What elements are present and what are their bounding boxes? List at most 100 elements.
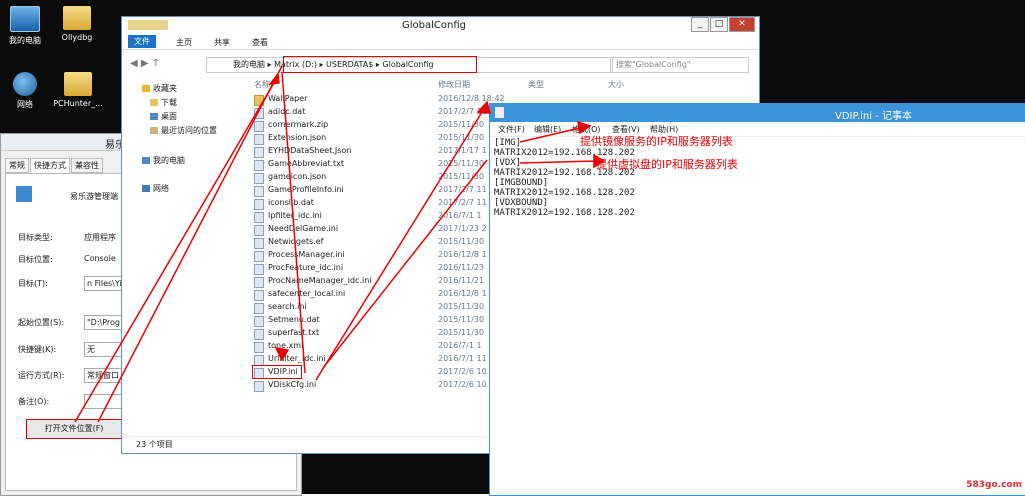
minimize-button[interactable]: _	[691, 17, 709, 32]
tab-compatibility[interactable]: 兼容性	[71, 158, 103, 173]
watermark: 583go.com	[966, 480, 1022, 490]
nav-desktop[interactable]: 桌面	[150, 111, 177, 122]
breadcrumb-computer[interactable]: 我的电脑	[233, 60, 265, 69]
text-line: [VDXBOUND]	[494, 198, 549, 208]
file-date: 2015/11/30	[438, 133, 485, 142]
app-icon	[16, 186, 32, 202]
file-name: Setmenu.dat	[268, 315, 320, 324]
desktop-icon-network[interactable]: 网络	[0, 72, 50, 110]
app-name: 易乐游管理端	[70, 192, 118, 201]
file-date: 2017/2/7 11	[438, 198, 487, 207]
ribbon-view-tab[interactable]: 查看	[252, 37, 268, 48]
file-date: 2017/2/7 11	[438, 185, 487, 194]
text-line: MATRIX2012=192.168.128.202	[494, 208, 635, 218]
file-icon	[254, 134, 264, 145]
notepad-title: VDIP.ini - 记事本	[835, 111, 913, 122]
forward-button-icon[interactable]: ▶	[141, 58, 149, 69]
file-name: adidc.dat	[268, 107, 306, 116]
desktop-icon-label: PCHunter_...	[53, 99, 103, 108]
file-name: ProcessManager.ini	[268, 250, 345, 259]
run-mode-label: 运行方式(R):	[18, 371, 65, 380]
search-input[interactable]: 搜索"GlobalConfig"	[610, 57, 749, 73]
address-bar[interactable]: 我的电脑 ▸ Matrix (D:) ▸ USERDATA$ ▸ GlobalC…	[206, 56, 613, 73]
text-line: [IMGBOUND]	[494, 178, 549, 188]
column-date[interactable]: 修改日期	[438, 79, 470, 90]
tab-shortcut[interactable]: 快捷方式	[30, 158, 70, 173]
file-date: 2017/2/7 11	[438, 107, 487, 116]
nav-favorites[interactable]: 收藏夹	[142, 83, 177, 94]
close-button[interactable]: ✕	[729, 17, 755, 32]
ribbon-share-tab[interactable]: 共享	[214, 37, 230, 48]
target-location-label: 目标位置:	[18, 255, 53, 264]
maximize-button[interactable]: □	[710, 17, 728, 32]
target-label: 目标(T):	[18, 279, 48, 288]
column-name[interactable]: 名称	[254, 79, 270, 90]
file-icon	[254, 290, 264, 301]
target-type-value: 应用程序	[84, 233, 116, 242]
file-icon	[254, 342, 264, 353]
desktop-icon-computer[interactable]: 我的电脑	[0, 6, 50, 46]
folder-icon	[63, 6, 91, 30]
network-icon	[142, 185, 150, 192]
ribbon-home-tab[interactable]: 主页	[176, 37, 192, 48]
file-date: 2016/12/8 18:42	[438, 94, 505, 103]
file-name: ProcFeature_idc.ini	[268, 263, 344, 272]
open-file-location-button[interactable]: 打开文件位置(F)	[26, 419, 122, 439]
comment-label: 备注(O):	[18, 397, 50, 406]
file-date: 2017/1/17 1	[438, 146, 487, 155]
file-date: 2016/7/1 11	[438, 354, 487, 363]
nav-computer[interactable]: 我的电脑	[142, 155, 185, 166]
file-icon	[254, 121, 264, 132]
download-icon	[150, 99, 158, 106]
breadcrumb-drive[interactable]: Matrix (D:)	[274, 60, 317, 69]
file-date: 2017/2/6 10	[438, 380, 487, 389]
nav-buttons: ◀ ▶ ↑	[130, 58, 160, 69]
column-type[interactable]: 类型	[528, 79, 544, 90]
file-icon	[254, 147, 264, 158]
annotation-img: 提供镜像服务的IP和服务器列表	[580, 135, 733, 148]
annotation-vdx: 提供虚拟盘的IP和服务器列表	[596, 158, 738, 171]
computer-icon	[142, 157, 150, 164]
file-name: iconslib.dat	[268, 198, 314, 207]
file-name: cornermark.zip	[268, 120, 329, 129]
navigation-pane: 收藏夹 下载 桌面 最近访问的位置 我的电脑 网络	[122, 79, 242, 437]
file-date: 2016/11/23	[438, 263, 485, 272]
nav-network[interactable]: 网络	[142, 183, 169, 194]
computer-icon	[10, 6, 40, 32]
desktop-icon-ollydbg[interactable]: Ollydbg	[52, 6, 102, 42]
up-button-icon[interactable]: ↑	[152, 58, 160, 69]
tab-general[interactable]: 常规	[5, 158, 29, 173]
explorer-titlebar[interactable]: GlobalConfig _ □ ✕	[122, 17, 759, 35]
file-name: GameAbbreviat.txt	[268, 159, 345, 168]
file-name: Extension.json	[268, 133, 327, 142]
file-icon	[254, 264, 264, 275]
column-size[interactable]: 大小	[608, 79, 624, 90]
file-name: Netwidgets.ef	[268, 237, 324, 246]
file-icon	[254, 381, 264, 392]
file-date: 2015/11/30	[438, 237, 485, 246]
menu-file[interactable]: 文件(F)	[498, 124, 525, 135]
nav-recent[interactable]: 最近访问的位置	[150, 125, 217, 136]
quick-access-icon	[128, 20, 168, 30]
menu-edit[interactable]: 编辑(E)	[534, 124, 561, 135]
file-icon	[254, 238, 264, 249]
desktop-icon-label: 网络	[17, 100, 33, 109]
nav-downloads[interactable]: 下载	[150, 97, 177, 108]
notepad-titlebar[interactable]: VDIP.ini - 记事本	[490, 104, 1025, 122]
breadcrumb-globalconfig[interactable]: GlobalConfig	[382, 60, 433, 69]
breadcrumb-userdata[interactable]: USERDATA$	[326, 60, 373, 69]
file-name: EYHDDataSheet.Json	[268, 146, 352, 155]
properties-tabs: 常规 快捷方式 兼容性	[5, 158, 104, 173]
breadcrumb: 我的电脑 ▸ Matrix (D:) ▸ USERDATA$ ▸ GlobalC…	[233, 60, 434, 69]
desktop-icon	[150, 113, 158, 120]
file-icon	[254, 329, 264, 340]
desktop-icon-label: 我的电脑	[9, 36, 41, 45]
ribbon-file-tab[interactable]: 文件	[128, 35, 156, 48]
file-date: 2016/12/8 1	[438, 250, 487, 259]
file-icon	[254, 277, 264, 288]
file-date: 2017/2/6 10	[438, 367, 487, 376]
back-button-icon[interactable]: ◀	[130, 58, 138, 69]
file-name: GameProfileInfo.ini	[268, 185, 344, 194]
desktop-icon-pchunter[interactable]: PCHunter_...	[50, 72, 106, 108]
notepad-text-area[interactable]: [IMG] MATRIX2012=192.168.128.202 [VDX] M…	[494, 138, 635, 218]
